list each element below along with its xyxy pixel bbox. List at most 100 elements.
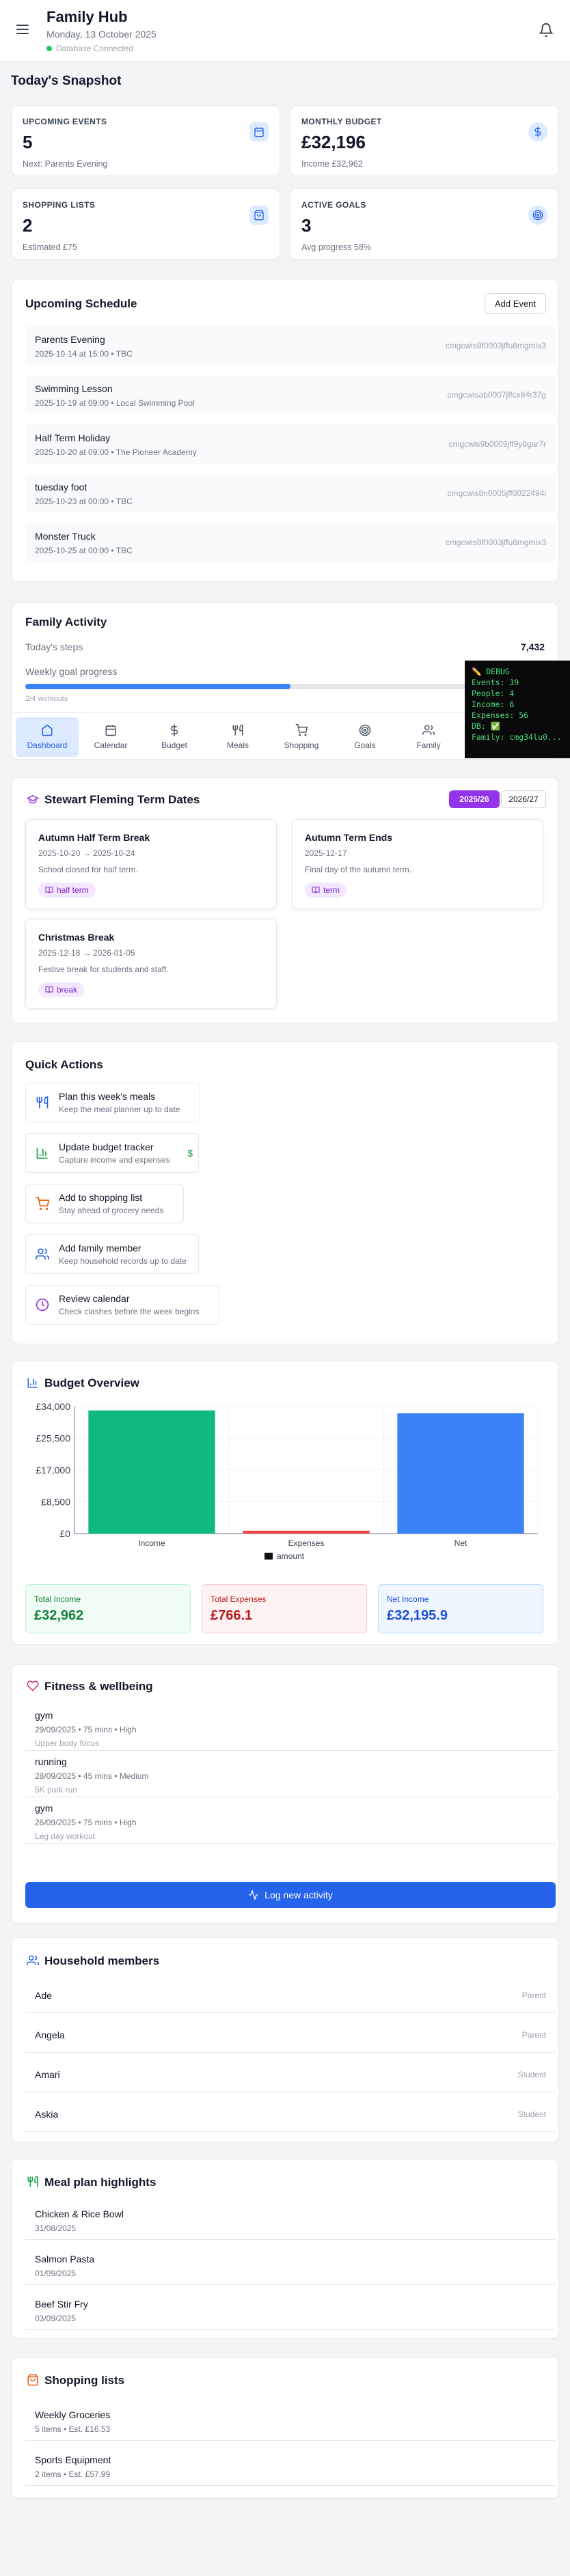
term-title: Autumn Term Ends xyxy=(305,832,393,843)
event-meta: 2025-10-25 at 00:00 • TBC xyxy=(35,546,133,555)
home-icon xyxy=(42,724,53,736)
users-icon xyxy=(36,1248,49,1260)
tab-goals[interactable]: Goals xyxy=(334,717,396,757)
y-tick-label: £25,500 xyxy=(36,1433,70,1444)
year-tab-active[interactable]: 2025/26 xyxy=(449,790,500,808)
term-tag: break xyxy=(38,982,85,997)
bell-icon[interactable] xyxy=(539,22,554,38)
stat-sub: Income £32,962 xyxy=(301,159,363,169)
tab-calendar[interactable]: Calendar xyxy=(79,717,142,757)
member-role: Parent xyxy=(521,1991,546,2000)
debug-line: Events: 39 xyxy=(472,678,519,687)
legend-swatch xyxy=(264,1553,273,1560)
schedule-item[interactable]: Swimming Lesson 2025-10-19 at 09:00 • Lo… xyxy=(25,375,556,415)
add-shopping-button[interactable]: Add to shopping list Stay ahead of groce… xyxy=(25,1184,184,1223)
meal-date: 03/09/2025 xyxy=(35,2314,77,2323)
activity-type: gym xyxy=(35,1710,53,1721)
activity-item[interactable]: running 28/09/2025 • 45 mins • Medium 5K… xyxy=(25,1756,556,1797)
stat-card-goals[interactable]: ACTIVE GOALS 3 Avg progress 58% xyxy=(290,189,559,260)
shopping-list-item[interactable]: Sports Equipment 2 items • Est. £57.99 xyxy=(25,2448,556,2486)
event-title: tuesday foot xyxy=(35,482,87,493)
event-title: Parents Evening xyxy=(35,334,105,345)
shopping-list-item[interactable]: Weekly Groceries 5 items • Est. £16.53 xyxy=(25,2402,556,2441)
tab-shopping[interactable]: Shopping xyxy=(270,717,333,757)
stat-card-events[interactable]: UPCOMING EVENTS 5 Next: Parents Evening xyxy=(11,105,280,176)
goal-progress-fill xyxy=(25,684,290,689)
book-icon xyxy=(45,986,53,993)
term-tag: term xyxy=(305,883,347,898)
member-name: Amari xyxy=(35,2069,60,2080)
add-event-button[interactable]: Add Event xyxy=(485,293,546,314)
tab-dashboard[interactable]: Dashboard xyxy=(16,717,79,757)
fitness-title: Fitness & wellbeing xyxy=(44,1680,153,1693)
term-card[interactable]: Autumn Half Term Break 2025-10-20 → 2025… xyxy=(25,819,277,909)
meal-name: Chicken & Rice Bowl xyxy=(35,2208,124,2219)
tab-meals[interactable]: Meals xyxy=(206,717,269,757)
menu-icon[interactable] xyxy=(16,25,29,34)
review-calendar-button[interactable]: Review calendar Check clashes before the… xyxy=(25,1285,219,1325)
utensils-icon xyxy=(232,724,243,736)
list-meta: 2 items • Est. £57.99 xyxy=(35,2469,111,2479)
total-label: Total Expenses xyxy=(211,1594,267,1604)
activity-meta: 29/09/2025 • 75 mins • High xyxy=(35,1725,137,1734)
term-title: Autumn Half Term Break xyxy=(38,832,150,843)
event-title: Swimming Lesson xyxy=(35,383,113,394)
bar-income xyxy=(88,1410,215,1534)
plan-meals-button[interactable]: Plan this week's meals Keep the meal pla… xyxy=(25,1083,200,1122)
schedule-card: Upcoming Schedule Add Event Parents Even… xyxy=(11,279,559,582)
meal-item[interactable]: Chicken & Rice Bowl 31/08/2025 xyxy=(25,2202,556,2240)
term-card[interactable]: Christmas Break 2025-12-18 → 2026-01-05 … xyxy=(25,919,277,1009)
term-tag: half term xyxy=(38,883,96,898)
term-desc: School closed for half term. xyxy=(38,865,138,874)
activity-item[interactable]: gym 26/09/2025 • 75 mins • High Leg day … xyxy=(25,1803,556,1844)
schedule-item[interactable]: Half Term Holiday 2025-10-20 at 09:00 • … xyxy=(25,424,556,464)
y-tick-label: £17,000 xyxy=(36,1465,70,1476)
add-member-button[interactable]: Add family member Keep household records… xyxy=(25,1234,199,1274)
stat-label: UPCOMING EVENTS xyxy=(23,117,107,126)
total-value: £32,962 xyxy=(34,1608,84,1623)
activity-note: Upper body focus xyxy=(35,1739,100,1748)
meal-date: 31/08/2025 xyxy=(35,2224,77,2233)
quick-actions-card: Quick Actions Plan this week's meals Kee… xyxy=(11,1041,559,1344)
schedule-item[interactable]: Parents Evening 2025-10-14 at 15:00 • TB… xyxy=(25,326,556,365)
tab-family[interactable]: Family xyxy=(397,717,460,757)
term-dates-title: Stewart Fleming Term Dates xyxy=(44,793,200,806)
action-desc: Keep household records up to date xyxy=(59,1256,187,1266)
tab-label: Family xyxy=(416,740,441,750)
log-activity-button[interactable]: Log new activity xyxy=(25,1882,556,1908)
action-title: Plan this week's meals xyxy=(59,1091,156,1102)
meal-item[interactable]: Salmon Pasta 01/09/2025 xyxy=(25,2247,556,2285)
total-income-box: Total Income £32,962 xyxy=(25,1584,191,1633)
y-tick-label: £34,000 xyxy=(36,1401,70,1412)
update-budget-button[interactable]: Update budget tracker Capture income and… xyxy=(25,1133,199,1173)
member-row[interactable]: Angela Parent xyxy=(25,2019,556,2053)
calendar-icon xyxy=(249,122,269,141)
snapshot-title: Today's Snapshot xyxy=(11,74,122,88)
debug-line: People: 4 xyxy=(472,689,515,698)
net-income-box: Net Income £32,195.9 xyxy=(378,1584,543,1633)
member-row[interactable]: Ade Parent xyxy=(25,1979,556,2013)
bar-expenses xyxy=(243,1530,370,1534)
action-desc: Keep the meal planner up to date xyxy=(59,1105,180,1114)
action-desc: Check clashes before the week begins xyxy=(59,1307,200,1316)
total-value: £32,195.9 xyxy=(387,1608,448,1623)
x-tick-label: Income xyxy=(138,1538,165,1548)
term-card[interactable]: Autumn Term Ends 2025-12-17 Final day of… xyxy=(292,819,543,909)
activity-item[interactable]: gym 29/09/2025 • 75 mins • High Upper bo… xyxy=(25,1710,556,1751)
stat-card-shopping[interactable]: SHOPPING LISTS 2 Estimated £75 xyxy=(11,189,280,260)
year-tab[interactable]: 2026/27 xyxy=(501,790,546,808)
event-meta: 2025-10-19 at 09:00 • Local Swimming Poo… xyxy=(35,398,195,408)
meal-plan-card: Meal plan highlights Chicken & Rice Bowl… xyxy=(11,2159,559,2339)
stat-value: 5 xyxy=(23,132,33,152)
tab-budget[interactable]: Budget xyxy=(143,717,206,757)
member-row[interactable]: Amari Student xyxy=(25,2058,556,2092)
stat-card-budget[interactable]: MONTHLY BUDGET £32,196 Income £32,962 xyxy=(290,105,559,176)
meal-name: Salmon Pasta xyxy=(35,2254,95,2265)
schedule-item[interactable]: Monster Truck 2025-10-25 at 00:00 • TBC … xyxy=(25,523,556,562)
stat-sub: Estimated £75 xyxy=(23,243,77,252)
member-row[interactable]: Askia Student xyxy=(25,2098,556,2132)
event-meta: 2025-10-23 at 00:00 • TBC xyxy=(35,497,133,506)
schedule-item[interactable]: tuesday foot 2025-10-23 at 00:00 • TBC c… xyxy=(25,473,556,513)
dollar-icon xyxy=(170,724,178,736)
meal-item[interactable]: Beef Stir Fry 03/09/2025 xyxy=(25,2292,556,2330)
